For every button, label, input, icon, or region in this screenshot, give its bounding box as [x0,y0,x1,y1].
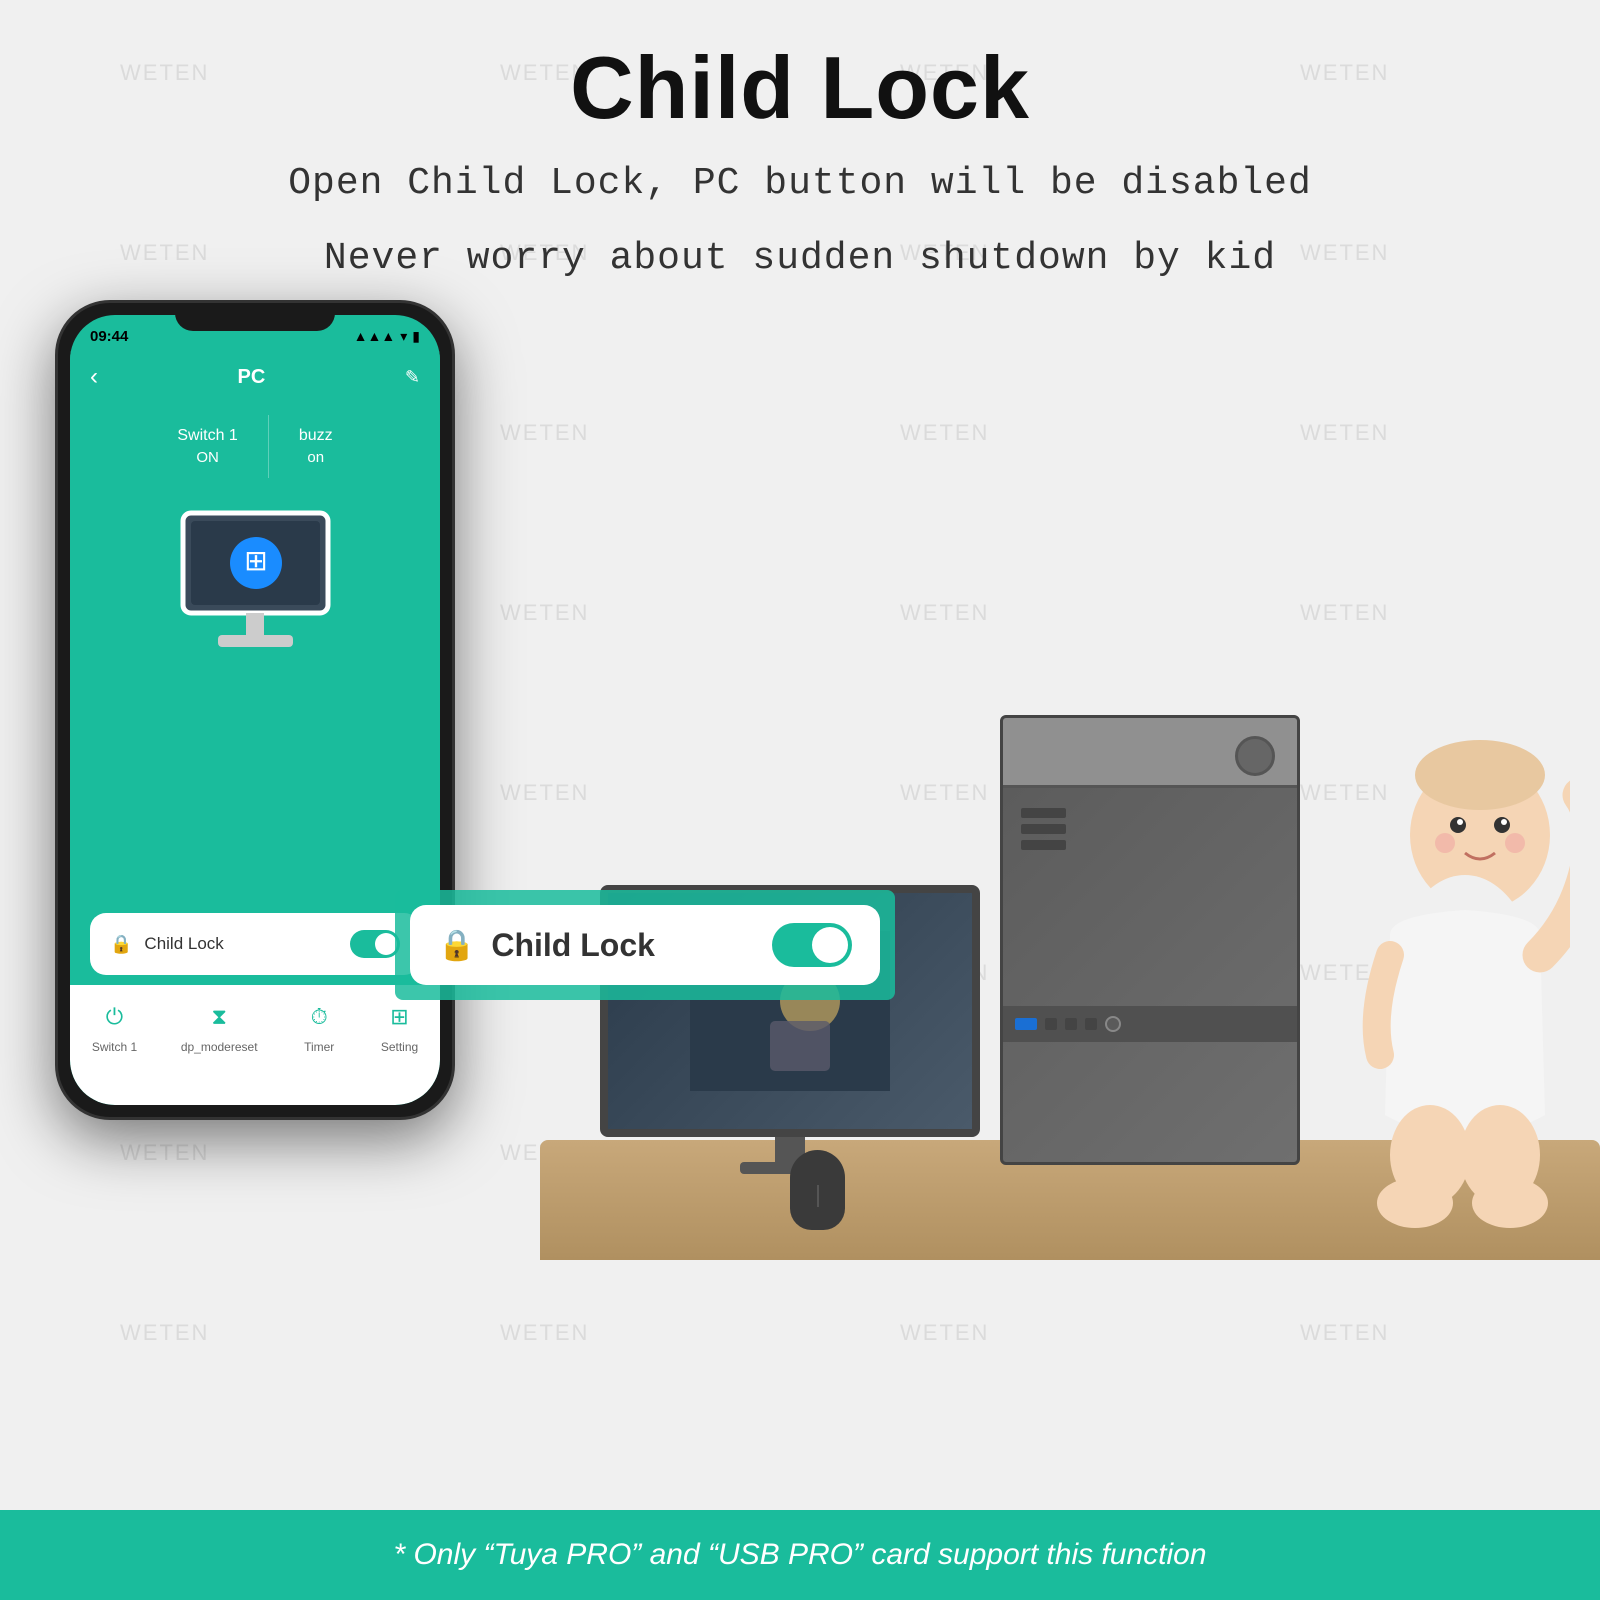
subtitle-line2: Never worry about sudden shutdown by kid [0,230,1600,287]
switch-item-2: buzz on [269,415,363,478]
tower-usb-area [1003,1006,1297,1042]
tower-circle-button [1235,736,1275,776]
back-button[interactable]: ‹ [90,363,98,391]
child-lock-toggle-phone[interactable] [350,930,400,958]
drive-bay [1021,824,1066,834]
phone-switches: Switch 1 ON buzz on [70,415,440,478]
child-lock-popup: 🔒 Child Lock [395,890,895,1000]
pc-icon-area: ⊞ [165,500,345,670]
audio-port [1085,1018,1097,1030]
lock-icon-phone: 🔒 [110,934,132,955]
switch1-name: Switch 1 [177,427,237,445]
switch-item-1: Switch 1 ON [147,415,268,478]
switch2-state: on [299,449,333,466]
bottom-nav-dp[interactable]: ⧗ dp_modereset [181,999,258,1054]
content-area: 09:44 ▲▲▲ ▾ ▮ ‹ PC ✎ Switch 1 [0,260,1600,1460]
power-icon: ⏻ [96,999,132,1035]
mouse [790,1150,845,1230]
tower-top-strip [1003,718,1297,788]
popup-inner: 🔒 Child Lock [410,905,880,985]
phone-screen: 09:44 ▲▲▲ ▾ ▮ ‹ PC ✎ Switch 1 [70,315,440,1105]
child-lock-row-phone[interactable]: 🔒 Child Lock [90,913,420,975]
baby-figure [1310,735,1570,1260]
usb-port [1065,1018,1077,1030]
dp-icon: ⧗ [201,999,237,1035]
drive-bay [1021,808,1066,818]
svg-text:⊞: ⊞ [244,545,267,576]
edit-button[interactable]: ✎ [405,367,420,388]
footer-bar: * Only “Tuya PRO” and “USB PRO” card sup… [0,1510,1600,1600]
switch1-state: ON [177,449,237,466]
baby-svg [1310,735,1570,1255]
pc-setup-scene [540,260,1600,1360]
switch2-name: buzz [299,427,333,445]
status-time: 09:44 [90,328,128,345]
page-title: Child Lock [0,40,1600,137]
bottom-nav-timer[interactable]: ⏱ Timer [301,999,337,1054]
pc-monitor-icon: ⊞ [173,508,338,663]
child-lock-label-popup: Child Lock [491,927,655,964]
tower-pc [1000,715,1300,1165]
bottom-nav-setting[interactable]: ⊞ Setting [381,999,418,1054]
phone-notch [175,303,335,331]
nav-title: PC [238,366,266,389]
status-icons: ▲▲▲ ▾ ▮ [354,328,420,345]
battery-icon: ▮ [412,328,420,345]
timer-icon: ⏱ [301,999,337,1035]
footer-text: * Only “Tuya PRO” and “USB PRO” card sup… [393,1538,1206,1572]
nav-switch1-label: Switch 1 [92,1040,137,1054]
power-button-tower[interactable] [1105,1016,1121,1032]
popup-left: 🔒 Child Lock [438,927,655,964]
child-lock-toggle-popup[interactable] [772,923,852,967]
wifi-icon: ▾ [400,328,407,345]
nav-timer-label: Timer [304,1040,334,1054]
drive-bay [1021,840,1066,850]
tower-drive-bays [1021,808,1066,850]
bottom-nav-switch1[interactable]: ⏻ Switch 1 [92,999,137,1054]
nav-setting-label: Setting [381,1040,418,1054]
child-lock-label-phone: Child Lock [144,934,223,954]
mouse-scroll-line [817,1185,819,1207]
header: Child Lock Open Child Lock, PC button wi… [0,0,1600,287]
subtitle-line1: Open Child Lock, PC button will be disab… [0,155,1600,212]
usb-port-blue [1015,1018,1037,1030]
lock-icon-popup: 🔒 [438,928,475,963]
phone-nav-bar: ‹ PC ✎ [70,351,440,403]
setting-icon: ⊞ [381,999,417,1035]
phone-bottom-nav: ⏻ Switch 1 ⧗ dp_modereset ⏱ Timer ⊞ Sett… [70,985,440,1105]
nav-dp-label: dp_modereset [181,1040,258,1054]
usb-port [1045,1018,1057,1030]
signal-icon: ▲▲▲ [354,328,396,344]
